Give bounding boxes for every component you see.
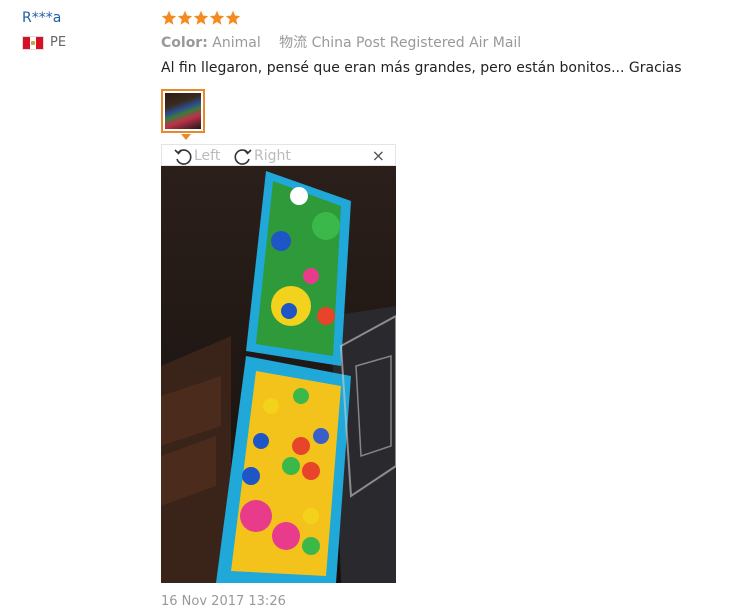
order-info: Color: Animal 物流 China Post Registered A… (161, 34, 682, 52)
review-photo-thumbnail[interactable] (161, 89, 205, 133)
rotate-left-label: Left (194, 148, 221, 164)
review-text: Al fin llegaron, pensé que eran más gran… (161, 60, 682, 76)
reviewer-name[interactable]: R***a (22, 8, 66, 28)
image-viewer-toolbar: Left Right × (161, 144, 396, 166)
star-icon (225, 10, 241, 25)
star-rating (161, 8, 682, 28)
star-icon (193, 10, 209, 25)
country-code: PE (50, 35, 67, 50)
reviewer-country: PE (22, 35, 66, 50)
rotate-right-label: Right (254, 148, 291, 164)
rotate-right-button[interactable]: Right (232, 145, 291, 167)
rotate-left-button[interactable]: Left (172, 145, 220, 167)
color-label: Color: (161, 35, 208, 51)
shipping-info: 物流 China Post Registered Air Mail (279, 35, 522, 51)
star-icon (177, 10, 193, 25)
star-icon (161, 10, 177, 25)
reviewer-info: R***a PE (22, 8, 66, 50)
color-value: Animal (212, 35, 261, 51)
review-body: Color: Animal 物流 China Post Registered A… (161, 8, 682, 78)
star-icon (209, 10, 225, 25)
close-viewer-button[interactable]: × (372, 147, 385, 165)
rotate-left-icon (174, 149, 192, 165)
review-photo-large (161, 166, 396, 583)
photo-puzzles-image (161, 166, 396, 583)
thumbnail-pointer-icon (181, 134, 191, 140)
peru-flag-icon (22, 35, 44, 50)
rotate-right-icon (234, 149, 252, 165)
review-date: 16 Nov 2017 13:26 (161, 594, 286, 609)
